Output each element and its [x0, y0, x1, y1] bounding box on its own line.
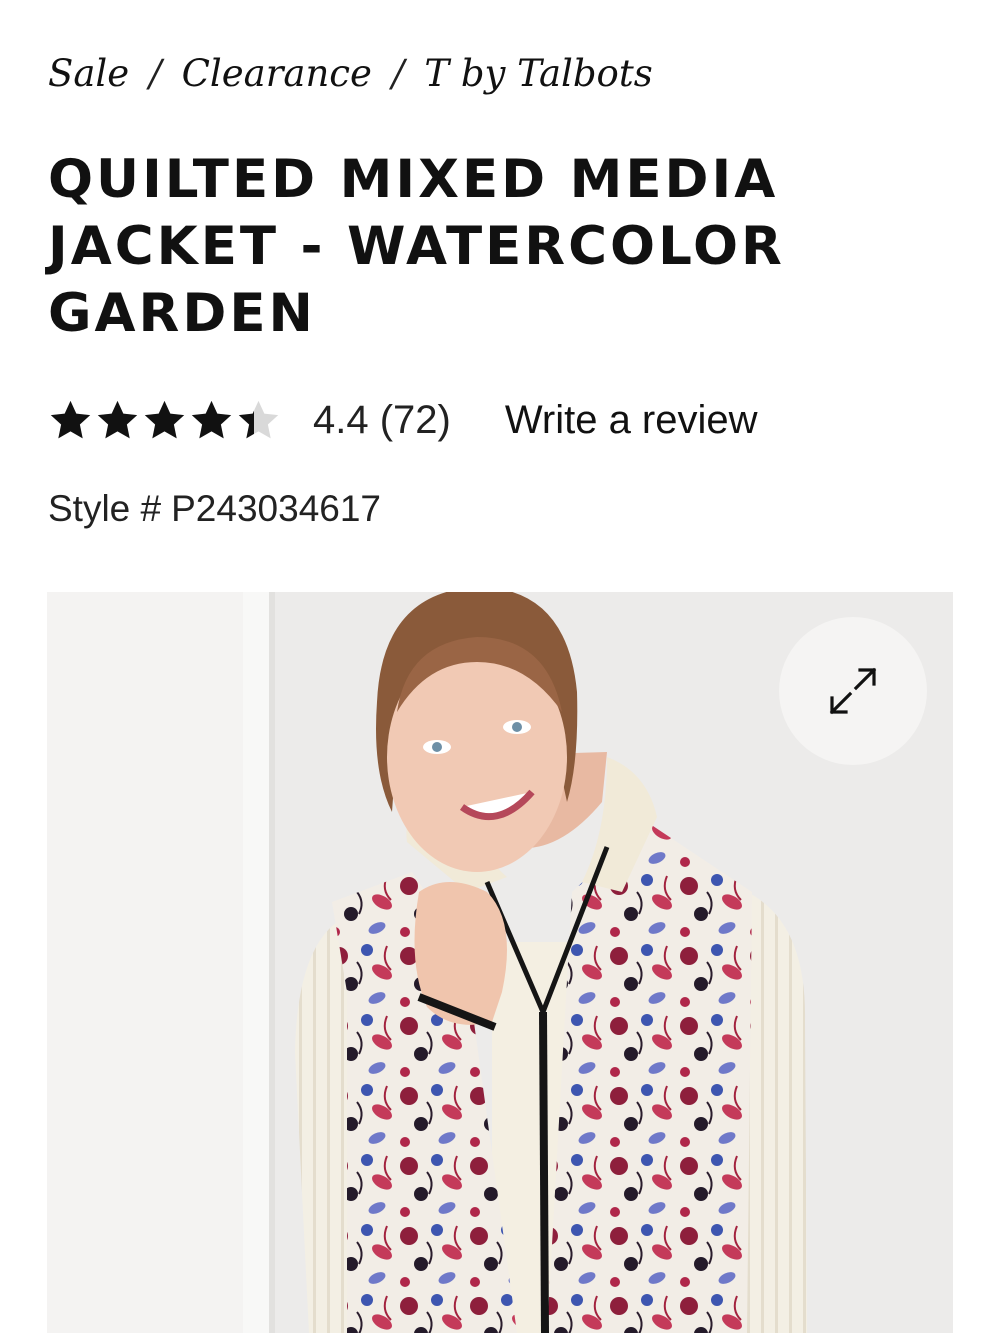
breadcrumb-link-clearance[interactable]: Clearance	[182, 52, 372, 95]
write-review-link[interactable]: Write a review	[505, 398, 758, 443]
breadcrumb-link-t-by-talbots[interactable]: T by Talbots	[424, 52, 652, 95]
breadcrumb-link-sale[interactable]: Sale	[48, 52, 129, 95]
star-icon	[50, 400, 91, 438]
style-label: Style #	[48, 488, 162, 529]
expand-arrows-icon	[829, 667, 877, 715]
star-rating[interactable]	[48, 398, 281, 443]
star-icon	[144, 400, 185, 438]
style-value: P243034617	[171, 488, 382, 529]
star-icon	[191, 400, 232, 438]
rating-row: 4.4 (72) Write a review	[48, 390, 758, 450]
breadcrumb-separator: /	[391, 52, 405, 95]
product-title: QUILTED MIXED MEDIA JACKET - WATERCOLOR …	[48, 149, 785, 344]
star-icon	[238, 400, 279, 438]
style-number: Style # P243034617	[48, 488, 381, 530]
star-icon	[97, 400, 138, 438]
expand-image-button[interactable]	[779, 617, 927, 765]
breadcrumb: Sale / Clearance / T by Talbots	[48, 48, 653, 100]
rating-summary[interactable]: 4.4 (72)	[313, 398, 451, 443]
breadcrumb-separator: /	[149, 52, 162, 95]
